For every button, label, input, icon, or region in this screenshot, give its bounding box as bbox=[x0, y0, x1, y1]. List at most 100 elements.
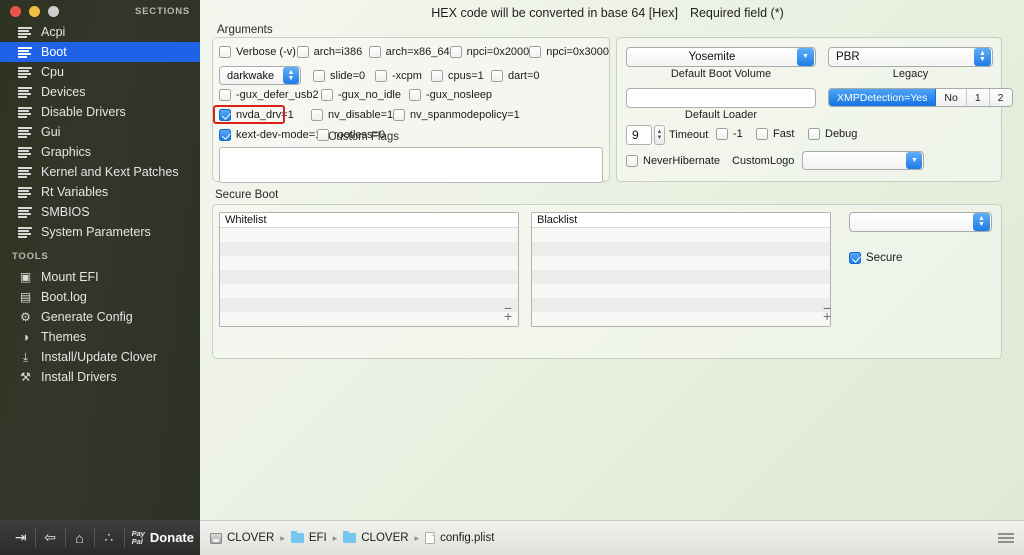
checkbox-debug[interactable]: Debug bbox=[808, 128, 857, 140]
stepper-arrows-icon[interactable]: ▲ ▼ bbox=[654, 125, 665, 145]
darkwake-dropdown[interactable]: darkwake ▲ ▼ bbox=[219, 66, 301, 85]
checkbox-box[interactable] bbox=[849, 252, 861, 264]
checkbox-box[interactable] bbox=[321, 89, 333, 101]
secure-policy-dropdown[interactable]: ▲ ▼ bbox=[849, 212, 992, 232]
sidebar-item-install-update-clover[interactable]: ⤓ Install/Update Clover bbox=[0, 347, 200, 367]
custom-logo-dropdown[interactable]: ▼ bbox=[802, 151, 925, 170]
checkbox-verbose[interactable]: Verbose (-v) bbox=[219, 46, 297, 58]
breadcrumb-item-efi[interactable]: EFI bbox=[290, 530, 327, 544]
whitelist-add-remove-controls[interactable]: − + bbox=[504, 301, 512, 323]
checkbox-minus-one[interactable]: -1 bbox=[716, 128, 756, 140]
breadcrumb-item-config-plist[interactable]: config.plist bbox=[425, 532, 494, 544]
checkbox-box[interactable] bbox=[431, 69, 443, 82]
checkbox-box[interactable] bbox=[756, 128, 768, 140]
list-item[interactable] bbox=[220, 242, 518, 256]
list-item[interactable] bbox=[532, 270, 830, 284]
checkbox-never-hibernate[interactable]: NeverHibernate bbox=[626, 154, 720, 167]
checkbox-dart-0[interactable]: dart=0 bbox=[491, 69, 540, 82]
checkbox-npci-0x3000[interactable]: npci=0x3000 bbox=[529, 46, 609, 58]
list-item[interactable] bbox=[220, 298, 518, 312]
list-item[interactable] bbox=[532, 242, 830, 256]
sidebar-item-boot[interactable]: Boot bbox=[0, 42, 200, 62]
default-boot-volume-dropdown[interactable]: Yosemite ▼ bbox=[626, 47, 816, 67]
checkbox-fast[interactable]: Fast bbox=[756, 128, 808, 140]
timeout-stepper[interactable]: 9 ▲ ▼ Timeout bbox=[626, 125, 708, 145]
sidebar-item-disable-drivers[interactable]: Disable Drivers bbox=[0, 102, 200, 122]
sidebar-item-kernel-and-kext-patches[interactable]: Kernel and Kext Patches bbox=[0, 162, 200, 182]
sidebar-item-generate-config[interactable]: ⚙ Generate Config bbox=[0, 307, 200, 327]
checkbox-kext-dev-mode-1[interactable]: kext-dev-mode=1 bbox=[219, 129, 321, 141]
list-item[interactable] bbox=[220, 256, 518, 270]
checkbox-nv-spanmodepolicy-1[interactable]: nv_spanmodepolicy=1 bbox=[393, 109, 520, 121]
checkbox-xcpm[interactable]: -xcpm bbox=[375, 69, 431, 82]
checkbox-box[interactable] bbox=[409, 89, 421, 101]
list-item[interactable] bbox=[532, 256, 830, 270]
import-icon[interactable]: ⇥ bbox=[6, 520, 35, 555]
sidebar-item-mount-efi[interactable]: ▣ Mount EFI bbox=[0, 267, 200, 287]
list-item[interactable] bbox=[532, 228, 830, 242]
breadcrumb-item-clover-disk[interactable]: CLOVER bbox=[210, 532, 274, 544]
default-loader-input[interactable] bbox=[626, 88, 816, 108]
segment-no[interactable]: No bbox=[936, 89, 967, 106]
custom-flags-input[interactable] bbox=[219, 147, 603, 183]
checkbox-box[interactable] bbox=[393, 109, 405, 121]
xmp-detection-segmented-control[interactable]: XMPDetection=Yes No 1 2 bbox=[828, 88, 1013, 107]
checkbox-gux-nosleep[interactable]: -gux_nosleep bbox=[409, 89, 492, 101]
checkbox-box[interactable] bbox=[368, 46, 381, 58]
timeout-value[interactable]: 9 bbox=[626, 125, 652, 145]
checkbox-box[interactable] bbox=[716, 128, 728, 140]
breadcrumb-item-clover-folder[interactable]: CLOVER bbox=[343, 530, 409, 544]
checkbox-slide-0[interactable]: slide=0 bbox=[313, 69, 375, 82]
checkbox-arch-i386[interactable]: arch=i386 bbox=[296, 46, 369, 58]
add-icon[interactable]: + bbox=[504, 309, 512, 323]
sidebar-item-system-parameters[interactable]: System Parameters bbox=[0, 222, 200, 242]
export-icon[interactable]: ⇦ bbox=[35, 520, 64, 555]
checkbox-cpus-1[interactable]: cpus=1 bbox=[431, 69, 491, 82]
checkbox-box[interactable] bbox=[219, 129, 231, 141]
checkbox-secure[interactable]: Secure bbox=[849, 252, 902, 264]
checkbox-box[interactable] bbox=[808, 128, 820, 140]
list-item[interactable] bbox=[220, 228, 518, 242]
sidebar-item-install-drivers[interactable]: ⚒ Install Drivers bbox=[0, 367, 200, 387]
checkbox-box[interactable] bbox=[296, 46, 309, 58]
close-button[interactable] bbox=[10, 5, 21, 17]
sidebar-item-rt-variables[interactable]: Rt Variables bbox=[0, 182, 200, 202]
sidebar-item-devices[interactable]: Devices bbox=[0, 82, 200, 102]
checkbox-box[interactable] bbox=[491, 69, 503, 82]
checkbox-gux-defer-usb2[interactable]: -gux_defer_usb2 bbox=[219, 89, 321, 101]
segment-2[interactable]: 2 bbox=[989, 89, 1012, 106]
sidebar-item-graphics[interactable]: Graphics bbox=[0, 142, 200, 162]
sidebar-item-gui[interactable]: Gui bbox=[0, 122, 200, 142]
checkbox-box[interactable] bbox=[375, 69, 387, 82]
checkbox-npci-0x2000[interactable]: npci=0x2000 bbox=[449, 46, 529, 58]
sidebar-item-acpi[interactable]: Acpi bbox=[0, 22, 200, 42]
sidebar-item-boot-log[interactable]: ▤ Boot.log bbox=[0, 287, 200, 307]
blacklist-listbox[interactable]: Blacklist bbox=[531, 212, 831, 327]
sidebar-item-smbios[interactable]: SMBIOS bbox=[0, 202, 200, 222]
add-icon[interactable]: + bbox=[823, 309, 831, 323]
legacy-dropdown[interactable]: PBR ▲ ▼ bbox=[828, 47, 993, 67]
checkbox-box[interactable] bbox=[219, 89, 231, 101]
donate-button[interactable]: Pay Pal Donate bbox=[123, 520, 200, 555]
maximize-button[interactable] bbox=[48, 5, 59, 17]
checkbox-nvda-drv-1[interactable]: nvda_drv=1 bbox=[219, 109, 294, 121]
sidebar-item-cpu[interactable]: Cpu bbox=[0, 62, 200, 82]
checkbox-box[interactable] bbox=[626, 154, 638, 167]
checkbox-box[interactable] bbox=[219, 46, 231, 58]
checkbox-box[interactable] bbox=[311, 109, 323, 121]
checkbox-box[interactable] bbox=[219, 109, 231, 121]
checkbox-nv-disable-1[interactable]: nv_disable=1 bbox=[311, 109, 393, 121]
whitelist-listbox[interactable]: Whitelist bbox=[219, 212, 519, 327]
checkbox-gux-no-idle[interactable]: -gux_no_idle bbox=[321, 89, 409, 101]
blacklist-add-remove-controls[interactable]: − + bbox=[823, 301, 831, 323]
list-item[interactable] bbox=[532, 298, 830, 312]
list-item[interactable] bbox=[220, 284, 518, 298]
list-item[interactable] bbox=[532, 284, 830, 298]
checkbox-box[interactable] bbox=[529, 46, 542, 58]
list-item[interactable] bbox=[220, 312, 518, 326]
segment-1[interactable]: 1 bbox=[966, 89, 990, 106]
sidebar-item-themes[interactable]: ◑ Themes bbox=[0, 327, 200, 347]
checkbox-box[interactable] bbox=[313, 69, 325, 82]
segment-xmpdetection-yes[interactable]: XMPDetection=Yes bbox=[829, 89, 937, 106]
checkbox-box[interactable] bbox=[449, 46, 462, 58]
